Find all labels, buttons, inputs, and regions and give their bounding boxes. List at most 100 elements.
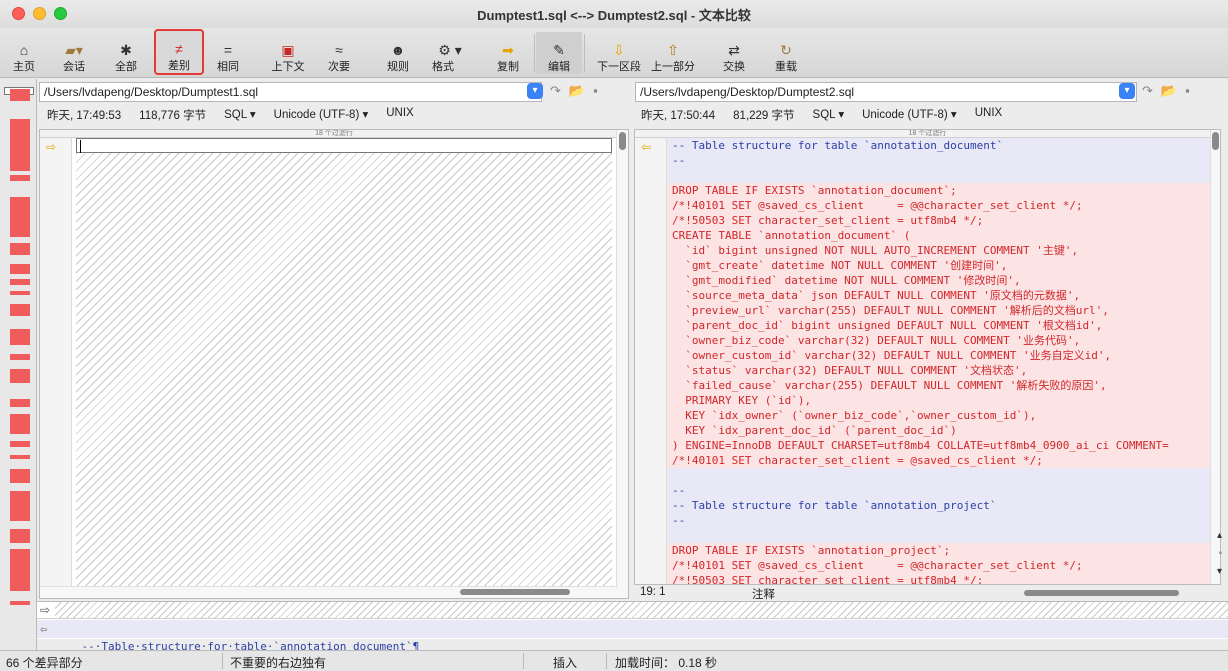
left-filtered-lines-banner[interactable]: 18 个过滤行 bbox=[40, 130, 628, 138]
diff-line[interactable]: DROP TABLE IF EXISTS `annotation_project… bbox=[667, 543, 1210, 558]
diff-line[interactable]: `status` varchar(32) DEFAULT NULL COMMEN… bbox=[667, 363, 1210, 378]
right-file-info: 昨天, 17:50:44 81,229 字节 SQL ▾ Unicode (UT… bbox=[641, 107, 1002, 123]
context-icon: ▣ bbox=[281, 42, 295, 58]
zoom-window-button[interactable] bbox=[54, 7, 67, 20]
swap-icon: ⇄ bbox=[728, 42, 740, 58]
right-eol-select[interactable]: UNIX bbox=[975, 107, 1002, 123]
cursor-position: 19: 1 bbox=[640, 586, 666, 598]
left-current-line[interactable] bbox=[76, 138, 612, 153]
diff-line[interactable]: `parent_doc_id` bigint unsigned DEFAULT … bbox=[667, 318, 1210, 333]
context-line[interactable]: -- Table structure for table `annotation… bbox=[667, 138, 1210, 153]
minimize-window-button[interactable] bbox=[33, 7, 46, 20]
left-empty-placeholder bbox=[76, 138, 612, 598]
not-equal-icon: ≠ bbox=[175, 41, 183, 57]
context-line[interactable] bbox=[667, 468, 1210, 483]
show-diffs-button[interactable]: ≠ 差别 bbox=[154, 29, 204, 75]
left-horizontal-scrollbar[interactable] bbox=[40, 586, 618, 598]
show-all-button[interactable]: ✱ 全部 bbox=[112, 32, 140, 74]
right-file-size: 81,229 字节 bbox=[733, 110, 795, 122]
right-position-bar: 19: 1 注释 bbox=[634, 586, 1216, 601]
diff-line[interactable]: CREATE TABLE `annotation_document` ( bbox=[667, 228, 1210, 243]
reload-button[interactable]: ↻ 重载 bbox=[772, 32, 800, 74]
diff-line[interactable]: /*!40101 SET @saved_cs_client = @@charac… bbox=[667, 198, 1210, 213]
right-language-select[interactable]: SQL ▾ bbox=[813, 107, 845, 123]
diff-line[interactable]: KEY `idx_parent_doc_id` (`parent_doc_id`… bbox=[667, 423, 1210, 438]
scroll-center-control[interactable]: ◦ bbox=[1218, 548, 1222, 559]
left-language-select[interactable]: SQL ▾ bbox=[224, 107, 256, 123]
diff-line[interactable]: `failed_cause` varchar(255) DEFAULT NULL… bbox=[667, 378, 1210, 393]
right-horizontal-scroll-thumb[interactable] bbox=[1024, 590, 1179, 596]
diff-line[interactable]: `source_meta_data` json DEFAULT NULL COM… bbox=[667, 288, 1210, 303]
right-code-view[interactable]: -- Table structure for table `annotation… bbox=[667, 138, 1210, 584]
context-line[interactable]: -- bbox=[667, 513, 1210, 528]
diff-type: 不重要的右边独有 bbox=[230, 656, 327, 670]
diff-line[interactable]: /*!50503 SET character_set_client = utf8… bbox=[667, 213, 1210, 228]
left-encoding-select[interactable]: Unicode (UTF-8) ▾ bbox=[274, 107, 369, 123]
right-editor-pane[interactable]: 18 个过滤行 ⇦ -- Table structure for table `… bbox=[634, 129, 1221, 585]
show-same-button[interactable]: = 相同 bbox=[214, 32, 242, 74]
left-file-size: 118,776 字节 bbox=[139, 110, 207, 122]
right-file-path-field[interactable]: /Users/lvdapeng/Desktop/Dumptest2.sql bbox=[635, 82, 1137, 102]
diff-line[interactable]: /*!50503 SET character_set_client = utf8… bbox=[667, 573, 1210, 584]
rules-button[interactable]: ☻ 规则 bbox=[384, 32, 412, 74]
diff-line[interactable]: /*!40101 SET @saved_cs_client = @@charac… bbox=[667, 558, 1210, 573]
diff-line[interactable]: /*!40101 SET character_set_client = @sav… bbox=[667, 453, 1210, 468]
scroll-up-control[interactable]: ▴ bbox=[1217, 530, 1222, 541]
format-button[interactable]: ⚙ ▾ 格式 bbox=[428, 32, 472, 74]
left-editor-pane[interactable]: 18 个过滤行 ⇨ bbox=[39, 129, 629, 599]
diff-line[interactable]: `owner_custom_id` varchar(32) DEFAULT NU… bbox=[667, 348, 1210, 363]
title-bar: Dumptest1.sql <--> Dumptest2.sql - 文本比较 bbox=[0, 0, 1228, 28]
session-button[interactable]: ▰▾ 会话 bbox=[56, 32, 92, 74]
diff-line[interactable]: DROP TABLE IF EXISTS `annotation_documen… bbox=[667, 183, 1210, 198]
toolbar-divider bbox=[584, 34, 585, 72]
scroll-down-control[interactable]: ▾ bbox=[1217, 566, 1222, 577]
left-reload-icon[interactable]: ↷ bbox=[550, 83, 561, 99]
diff-line[interactable]: ) ENGINE=InnoDB DEFAULT CHARSET=utf8mb4 … bbox=[667, 438, 1210, 453]
right-reload-icon[interactable]: ↷ bbox=[1142, 83, 1153, 99]
left-open-folder-icon[interactable]: 📂 bbox=[569, 83, 585, 99]
context-line[interactable]: -- bbox=[667, 153, 1210, 168]
context-line[interactable] bbox=[667, 168, 1210, 183]
down-arrow-icon: ⇩ bbox=[613, 42, 625, 58]
context-line[interactable] bbox=[667, 528, 1210, 543]
context-line[interactable]: -- Table structure for table `annotation… bbox=[667, 498, 1210, 513]
diff-overview-strip[interactable] bbox=[0, 79, 37, 650]
diff-count: 66 个差异部分 bbox=[6, 656, 83, 670]
left-current-line-arrow-icon: ⇨ bbox=[46, 140, 57, 154]
left-eol-select[interactable]: UNIX bbox=[386, 107, 413, 123]
left-vertical-scrollbar[interactable] bbox=[616, 130, 628, 598]
copy-button[interactable]: ➡ 复制 bbox=[494, 32, 522, 74]
right-encoding-select[interactable]: Unicode (UTF-8) ▾ bbox=[862, 107, 957, 123]
home-button[interactable]: ⌂ 主页 bbox=[10, 32, 38, 74]
diff-line[interactable]: KEY `idx_owner` (`owner_biz_code`,`owner… bbox=[667, 408, 1210, 423]
close-window-button[interactable] bbox=[12, 7, 25, 20]
diff-line[interactable]: `gmt_modified` datetime NOT NULL COMMENT… bbox=[667, 273, 1210, 288]
prev-section-button[interactable]: ⇧ 上一部分 bbox=[650, 32, 696, 74]
diff-line[interactable]: PRIMARY KEY (`id`), bbox=[667, 393, 1210, 408]
context-button[interactable]: ▣ 上下文 bbox=[268, 32, 308, 74]
right-path-dropdown[interactable]: ▾ bbox=[1119, 83, 1135, 99]
minor-button[interactable]: ≈ 次要 bbox=[324, 32, 354, 74]
right-line-detail[interactable]: ⇦ --·Table·structure·for·table·`annotatio… bbox=[37, 620, 1228, 653]
approx-icon: ≈ bbox=[335, 42, 343, 58]
equals-icon: = bbox=[223, 42, 233, 58]
diff-line[interactable]: `id` bigint unsigned NOT NULL AUTO_INCRE… bbox=[667, 243, 1210, 258]
edit-button[interactable]: ✎ 编辑 bbox=[536, 32, 582, 74]
right-vertical-scrollbar[interactable] bbox=[1210, 130, 1220, 584]
pencil-icon: ✎ bbox=[553, 42, 565, 58]
diff-line[interactable]: `gmt_create` datetime NOT NULL COMMENT '… bbox=[667, 258, 1210, 273]
diff-line[interactable]: `owner_biz_code` varchar(32) DEFAULT NUL… bbox=[667, 333, 1210, 348]
right-gutter bbox=[635, 138, 667, 584]
swap-button[interactable]: ⇄ 交换 bbox=[720, 32, 748, 74]
context-line[interactable]: -- bbox=[667, 483, 1210, 498]
next-section-button[interactable]: ⇩ 下一区段 bbox=[596, 32, 642, 74]
left-save-icon[interactable]: ▪ bbox=[593, 83, 598, 99]
left-path-dropdown[interactable]: ▾ bbox=[527, 83, 543, 99]
left-file-path-field[interactable]: /Users/lvdapeng/Desktop/Dumptest1.sql bbox=[39, 82, 542, 102]
right-save-icon[interactable]: ▪ bbox=[1185, 83, 1190, 99]
right-open-folder-icon[interactable]: 📂 bbox=[1161, 83, 1177, 99]
right-filtered-lines-banner[interactable]: 18 个过滤行 bbox=[635, 130, 1220, 138]
toolbar-divider bbox=[534, 34, 535, 72]
diff-line[interactable]: `preview_url` varchar(255) DEFAULT NULL … bbox=[667, 303, 1210, 318]
asterisk-icon: ✱ bbox=[120, 42, 132, 58]
